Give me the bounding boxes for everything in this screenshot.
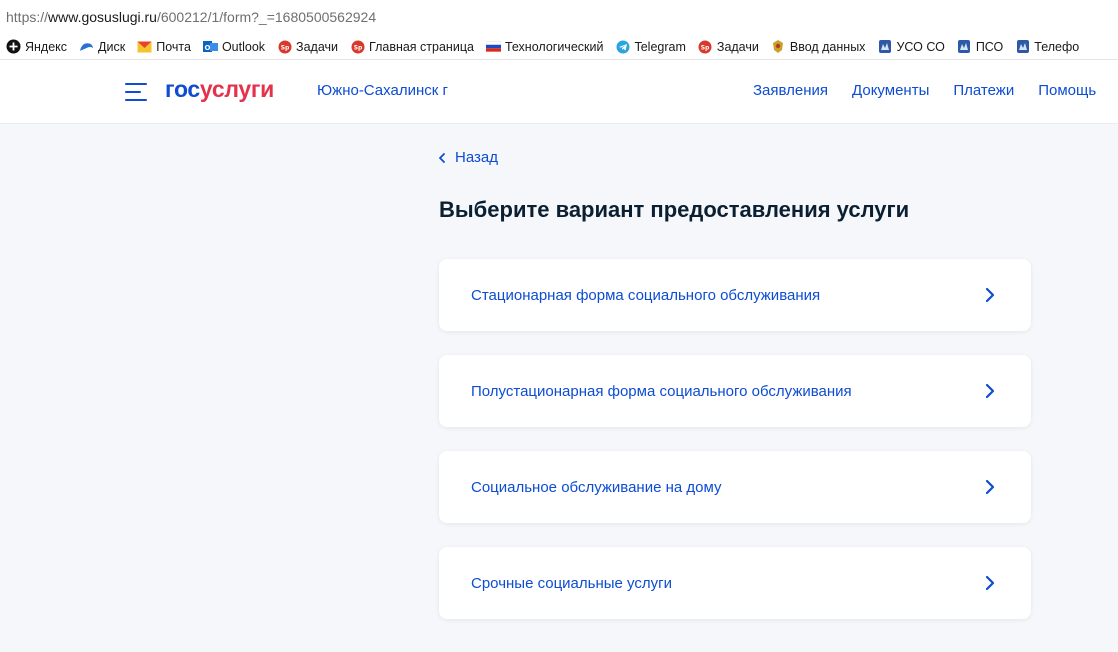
- tasks-icon: Sp: [350, 39, 365, 54]
- nav-documents[interactable]: Документы: [852, 82, 929, 99]
- url-scheme: https://: [6, 9, 49, 25]
- bookmark-outlook[interactable]: O Outlook: [202, 39, 266, 54]
- option-label: Срочные социальные услуги: [471, 574, 672, 592]
- mail-icon: [137, 39, 152, 54]
- svg-text:Sp: Sp: [353, 44, 362, 51]
- russia-flag-icon: [485, 39, 501, 54]
- chevron-right-icon: [985, 575, 995, 591]
- bookmark-label: Задачи: [716, 39, 759, 54]
- bookmark-label: Telegram: [634, 39, 686, 54]
- bookmark-uso-so[interactable]: УСО СО: [877, 39, 945, 54]
- bookmark-telegram[interactable]: Telegram: [615, 39, 686, 54]
- yandex-icon: [6, 39, 21, 54]
- bookmark-tasks[interactable]: Sp Задачи: [277, 39, 338, 54]
- logo-part-uslugi: услуги: [199, 76, 274, 102]
- option-home-service[interactable]: Социальное обслуживание на дому: [439, 451, 1031, 523]
- sakhalin-emblem-icon: [957, 39, 972, 54]
- svg-text:O: O: [204, 44, 210, 52]
- nav-payments[interactable]: Платежи: [953, 82, 1014, 99]
- svg-text:Sp: Sp: [701, 44, 710, 51]
- bookmark-label: Почта: [156, 39, 191, 54]
- bookmark-tasks-2[interactable]: Sp Задачи: [698, 39, 759, 54]
- chevron-right-icon: [985, 383, 995, 399]
- bookmark-label: ПСО: [975, 39, 1004, 54]
- telegram-icon: [615, 39, 630, 54]
- menu-icon[interactable]: [125, 83, 147, 101]
- bookmark-label: Задачи: [296, 39, 338, 54]
- bookmark-disk[interactable]: Диск: [79, 39, 125, 54]
- nav-help[interactable]: Помощь: [1038, 82, 1096, 99]
- option-label: Полустационарная форма социального обслу…: [471, 382, 852, 400]
- address-bar[interactable]: https://www.gosuslugi.ru/600212/1/form?_…: [0, 0, 1118, 34]
- bookmark-label: Телефо: [1034, 39, 1080, 54]
- bookmark-yandex[interactable]: Яндекс: [6, 39, 67, 54]
- url-path: /600212/1/form?_=1680500562924: [156, 9, 377, 25]
- bookmark-label: Диск: [98, 39, 126, 54]
- nav-applications[interactable]: Заявления: [753, 82, 828, 99]
- bookmark-label: Яндекс: [25, 39, 68, 54]
- bookmarks-bar: Яндекс Диск Почта O Outlook Sp Задачи Sp…: [0, 34, 1118, 60]
- option-inpatient[interactable]: Стационарная форма социального обслужива…: [439, 259, 1031, 331]
- sakhalin-emblem-icon: [877, 39, 892, 54]
- bookmark-pso[interactable]: ПСО: [957, 39, 1003, 54]
- chevron-right-icon: [985, 479, 995, 495]
- url-host: www.gosuslugi.ru: [48, 9, 157, 25]
- bookmark-main-page[interactable]: Sp Главная страница: [350, 39, 474, 54]
- city-selector[interactable]: Южно-Сахалинск г: [317, 82, 448, 99]
- bookmark-mail[interactable]: Почта: [137, 39, 191, 54]
- disk-icon: [79, 39, 94, 54]
- chevron-right-icon: [985, 287, 995, 303]
- svg-text:Sp: Sp: [280, 44, 289, 51]
- page-title: Выберите вариант предоставления услуги: [439, 197, 910, 222]
- back-link[interactable]: Назад: [438, 149, 498, 166]
- bookmark-label: Ввод данных: [789, 39, 866, 54]
- bookmark-label: УСО СО: [896, 39, 945, 54]
- option-semi-inpatient[interactable]: Полустационарная форма социального обслу…: [439, 355, 1031, 427]
- service-options-list: Стационарная форма социального обслужива…: [439, 259, 1031, 643]
- bookmark-label: Главная страница: [369, 39, 474, 54]
- main-nav: Заявления Документы Платежи Помощь: [753, 82, 1118, 99]
- outlook-icon: O: [202, 39, 218, 54]
- site-header: госуслуги Южно-Сахалинск г Заявления Док…: [0, 60, 1118, 124]
- tasks-icon: Sp: [698, 39, 713, 54]
- back-label: Назад: [455, 149, 498, 166]
- option-label: Социальное обслуживание на дому: [471, 478, 722, 496]
- tasks-icon: Sp: [277, 39, 292, 54]
- gosuslugi-logo[interactable]: госуслуги: [165, 76, 274, 103]
- bookmark-technological[interactable]: Технологический: [485, 39, 604, 54]
- bookmark-phone[interactable]: Телефо: [1015, 39, 1079, 54]
- chevron-left-icon: [439, 152, 445, 163]
- bookmark-label: Outlook: [221, 39, 266, 54]
- bookmark-data-entry[interactable]: Ввод данных: [771, 39, 866, 54]
- logo-part-gos: гос: [165, 76, 200, 102]
- option-urgent-services[interactable]: Срочные социальные услуги: [439, 547, 1031, 619]
- bookmark-label: Технологический: [504, 39, 604, 54]
- option-label: Стационарная форма социального обслужива…: [471, 286, 821, 304]
- sakhalin-emblem-icon: [1015, 39, 1030, 54]
- emblem-icon: [771, 39, 786, 54]
